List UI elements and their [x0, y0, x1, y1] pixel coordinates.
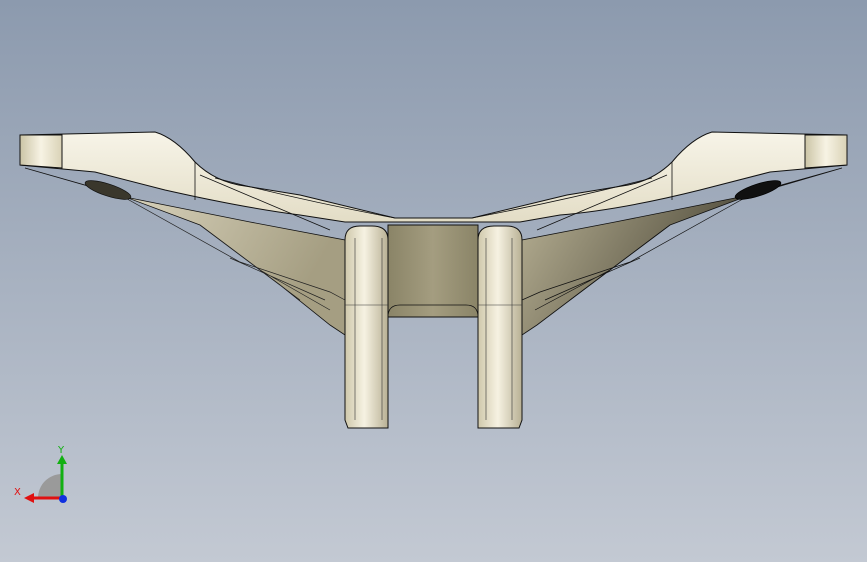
left-wing-hole[interactable]: [83, 177, 132, 203]
z-axis-icon: [59, 495, 67, 503]
part-model-view[interactable]: [0, 0, 867, 562]
triad-shade-icon: [38, 474, 62, 498]
center-slot-face[interactable]: [387, 224, 479, 318]
right-wing-hole[interactable]: [733, 177, 782, 203]
left-end-cap[interactable]: [19, 134, 63, 169]
right-leg[interactable]: [477, 225, 523, 429]
reference-triad: Y X: [14, 445, 67, 503]
right-end-cap[interactable]: [804, 134, 848, 169]
y-axis-label: Y: [57, 445, 65, 456]
graphics-viewport[interactable]: Y X: [0, 0, 867, 562]
x-axis-label: X: [14, 487, 21, 498]
left-leg[interactable]: [344, 225, 389, 429]
